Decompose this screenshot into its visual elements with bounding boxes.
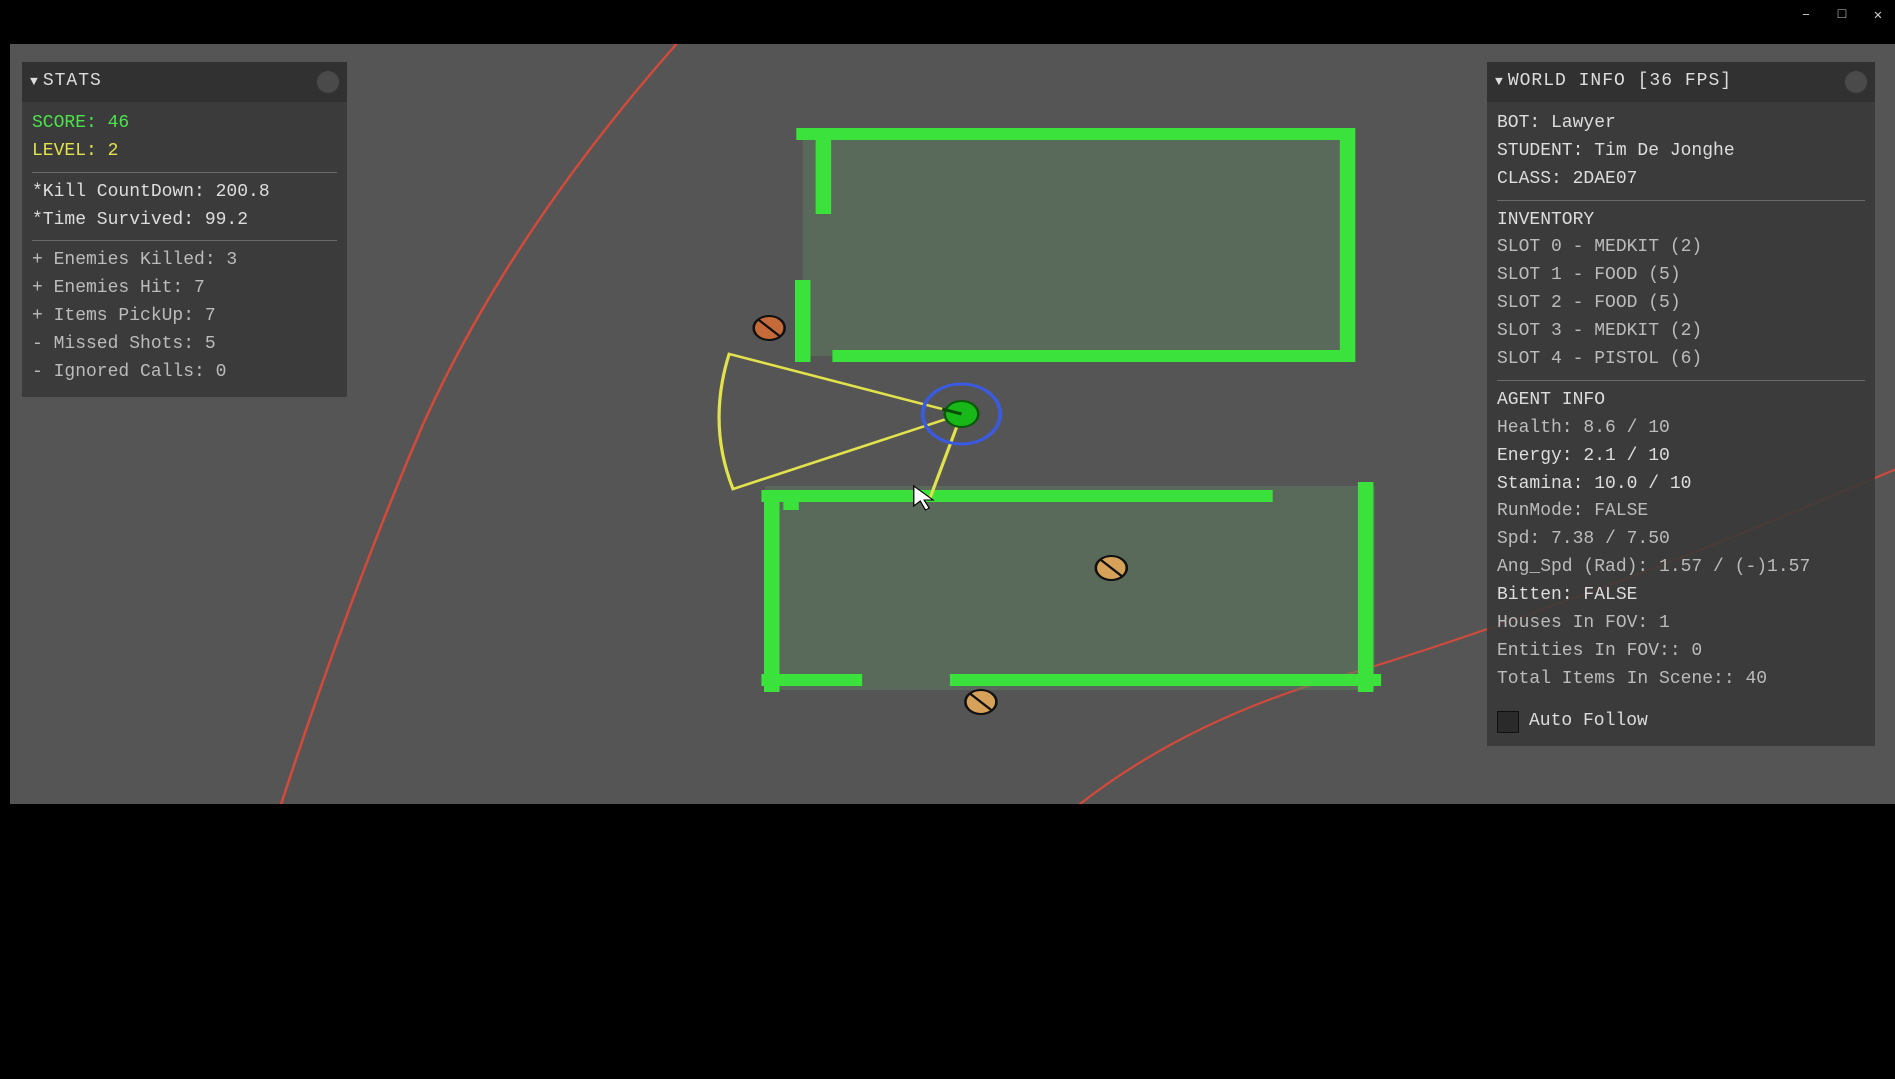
divider [1497, 200, 1865, 201]
houses-fov-line: Houses In FOV: 1 [1497, 610, 1865, 638]
divider [32, 172, 337, 173]
panel-toggle[interactable] [317, 71, 339, 93]
minimize-button[interactable]: – [1797, 6, 1815, 24]
spd-line: Spd: 7.38 / 7.50 [1497, 526, 1865, 554]
divider [32, 240, 337, 241]
entities-fov-line: Entities In FOV:: 0 [1497, 638, 1865, 666]
entity-1 [754, 316, 785, 340]
enemies-killed: + Enemies Killed: 3 [32, 247, 337, 275]
bot-line: BOT: Lawyer [1497, 110, 1865, 138]
health-line: Health: 8.6 / 10 [1497, 415, 1865, 443]
stats-header-label: STATS [43, 68, 102, 96]
entity-2 [1096, 556, 1127, 580]
entity-3 [965, 690, 996, 714]
panel-toggle[interactable] [1845, 71, 1867, 93]
level-row: LEVEL: 2 [32, 138, 337, 166]
close-button[interactable]: ✕ [1869, 6, 1887, 24]
world-body: BOT: Lawyer STUDENT: Tim De Jonghe CLASS… [1487, 102, 1875, 746]
auto-follow-label: Auto Follow [1529, 708, 1648, 736]
enemies-hit: + Enemies Hit: 7 [32, 275, 337, 303]
maximize-button[interactable]: □ [1833, 6, 1851, 24]
world-panel-header[interactable]: ▼ WORLD INFO [36 FPS] [1487, 62, 1875, 102]
stats-panel-header[interactable]: ▼ STATS [22, 62, 347, 102]
score-value: 46 [108, 113, 130, 133]
agent-info-label: AGENT INFO [1497, 387, 1865, 415]
total-items-line: Total Items In Scene:: 40 [1497, 666, 1865, 694]
bitten-line: Bitten: FALSE [1497, 582, 1865, 610]
stamina-line: Stamina: 10.0 / 10 [1497, 471, 1865, 499]
auto-follow-row[interactable]: Auto Follow [1497, 708, 1865, 736]
building-top-fill [803, 134, 1348, 356]
energy-line: Energy: 2.1 / 10 [1497, 443, 1865, 471]
angspd-line: Ang_Spd (Rad): 1.57 / (-)1.57 [1497, 554, 1865, 582]
worldinfo-panel: ▼ WORLD INFO [36 FPS] BOT: Lawyer STUDEN… [1487, 62, 1875, 746]
slot-3: SLOT 3 - MEDKIT (2) [1497, 318, 1865, 346]
world-header-label: WORLD INFO [36 FPS] [1508, 68, 1732, 96]
score-row: SCORE: 46 [32, 110, 337, 138]
window-titlebar: – □ ✕ [0, 0, 1895, 30]
items-pickup: + Items PickUp: 7 [32, 303, 337, 331]
level-value: 2 [108, 141, 119, 161]
stats-body: SCORE: 46 LEVEL: 2 *Kill CountDown: 200.… [22, 102, 347, 397]
slot-2: SLOT 2 - FOOD (5) [1497, 290, 1865, 318]
student-line: STUDENT: Tim De Jonghe [1497, 138, 1865, 166]
class-line: CLASS: 2DAE07 [1497, 166, 1865, 194]
missed-shots: - Missed Shots: 5 [32, 331, 337, 359]
kill-countdown: *Kill CountDown: 200.8 [32, 179, 337, 207]
building-bottom-fill [765, 486, 1374, 690]
collapse-icon: ▼ [1495, 72, 1504, 92]
slot-4: SLOT 4 - PISTOL (6) [1497, 346, 1865, 374]
score-label: SCORE: [32, 113, 97, 133]
auto-follow-checkbox[interactable] [1497, 711, 1519, 733]
inventory-label: INVENTORY [1497, 207, 1865, 235]
slot-0: SLOT 0 - MEDKIT (2) [1497, 234, 1865, 262]
collapse-icon: ▼ [30, 72, 39, 92]
divider [1497, 380, 1865, 381]
ignored-calls: - Ignored Calls: 0 [32, 359, 337, 387]
stats-panel: ▼ STATS SCORE: 46 LEVEL: 2 *Kill CountDo… [22, 62, 347, 397]
level-label: LEVEL: [32, 141, 97, 161]
slot-1: SLOT 1 - FOOD (5) [1497, 262, 1865, 290]
runmode-line: RunMode: FALSE [1497, 498, 1865, 526]
time-survived: *Time Survived: 99.2 [32, 207, 337, 235]
